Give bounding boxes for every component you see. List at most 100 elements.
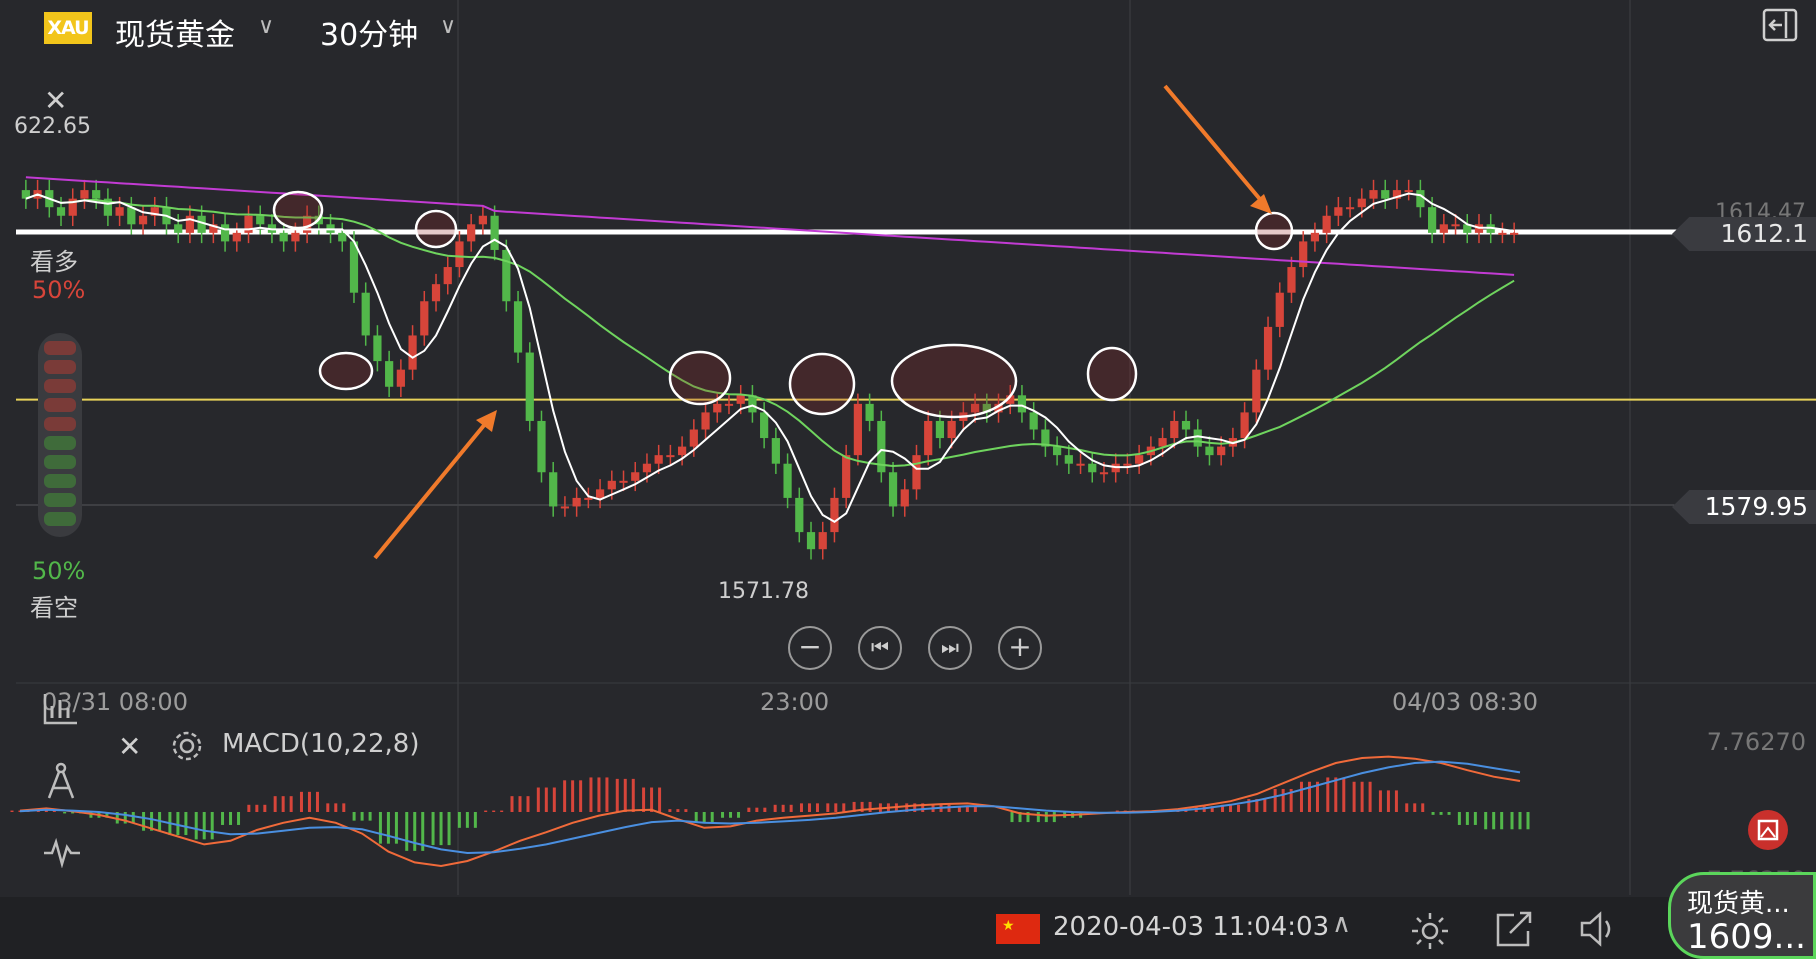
- candle-body: [1123, 463, 1132, 466]
- candle-body: [80, 190, 89, 199]
- macd-title: MACD(10,22,8): [222, 729, 420, 759]
- candle-body: [291, 232, 300, 242]
- price-chart[interactable]: [0, 0, 1816, 900]
- bottom-bar: ★ 2020-04-03 11:04:03 ∧: [0, 897, 1816, 959]
- annotation-circle: [414, 209, 458, 249]
- widget-price: 1609...: [1687, 917, 1806, 957]
- chevron-up-icon[interactable]: ∧: [1332, 909, 1351, 939]
- candle-body: [490, 215, 499, 250]
- candle-body: [455, 241, 464, 268]
- candle-body: [1240, 412, 1249, 439]
- record-button[interactable]: [1748, 810, 1788, 850]
- candle-body: [1357, 198, 1366, 208]
- sound-icon[interactable]: [1578, 909, 1618, 949]
- brightness-icon[interactable]: [1410, 911, 1450, 951]
- candle-body: [678, 446, 687, 456]
- candle-body: [853, 403, 862, 456]
- time-label-end: 04/03 08:30: [1392, 688, 1538, 716]
- annotation-circle: [668, 350, 732, 406]
- candle-body: [1451, 224, 1460, 227]
- candle-body: [525, 352, 534, 421]
- macd-dif-line: [19, 755, 1521, 868]
- candle-body: [431, 284, 441, 302]
- candle-body: [1322, 215, 1331, 233]
- candle-body: [361, 292, 370, 336]
- candle-body: [1275, 292, 1284, 327]
- candle-body: [92, 190, 101, 199]
- candle-body: [174, 224, 183, 233]
- candle-body: [478, 215, 487, 225]
- china-flag-icon: ★: [996, 914, 1040, 944]
- candle-body: [1299, 241, 1308, 268]
- candle-body: [1076, 463, 1085, 466]
- gauge-segment: [44, 436, 76, 450]
- share-icon[interactable]: [1494, 909, 1534, 949]
- zoom-in-button[interactable]: +: [998, 626, 1042, 670]
- candle-body: [1205, 446, 1214, 456]
- candle-body: [502, 249, 511, 302]
- candle-body: [1369, 190, 1378, 199]
- candle-body: [935, 420, 945, 439]
- candle-body: [256, 215, 265, 225]
- drawing-tool-icon[interactable]: [44, 760, 78, 802]
- candle-body: [631, 472, 640, 481]
- skip-back-button[interactable]: ⏮: [858, 626, 902, 670]
- candle-body: [806, 532, 816, 550]
- candle-body: [947, 420, 956, 439]
- chart-type-icon[interactable]: [42, 692, 80, 726]
- gauge-segment: [44, 360, 76, 374]
- candle-body: [115, 207, 124, 216]
- candle-body: [549, 472, 558, 507]
- floating-quote-widget[interactable]: 现货黄... 1609...: [1668, 872, 1816, 959]
- candle-body: [1158, 438, 1167, 447]
- candle-body: [830, 497, 839, 533]
- annotation-arrow: [373, 416, 492, 560]
- candle-body: [1404, 190, 1413, 193]
- macd-close-icon[interactable]: ✕: [118, 730, 141, 763]
- candle-body: [724, 403, 734, 406]
- candle-body: [713, 403, 722, 413]
- candle-body: [701, 412, 710, 430]
- candle-body: [1428, 207, 1437, 233]
- candle-body: [760, 412, 769, 439]
- current-price-box: 1612.1: [1672, 217, 1816, 251]
- candle-body: [1498, 232, 1507, 235]
- annotation-circle: [272, 190, 324, 230]
- gear-icon[interactable]: [170, 729, 204, 763]
- close-indicator-icon[interactable]: ✕: [44, 84, 67, 117]
- candle-body: [1263, 326, 1273, 370]
- candle-body: [912, 455, 921, 490]
- time-label-mid: 23:00: [760, 688, 830, 716]
- annotation-circle: [890, 343, 1018, 419]
- candle-body: [654, 455, 663, 464]
- gauge-segment: [44, 493, 76, 507]
- lower-price-box: 1579.95: [1672, 490, 1816, 524]
- candle-body: [396, 369, 405, 387]
- candle-body: [537, 420, 546, 473]
- candle-body: [232, 232, 241, 242]
- bull-percent: 50%: [32, 276, 86, 304]
- skip-forward-button[interactable]: ⏭: [928, 626, 972, 670]
- candle-body: [795, 497, 804, 533]
- candle-body: [1310, 232, 1320, 242]
- candle-body: [1217, 446, 1226, 456]
- candle-body: [619, 480, 628, 483]
- candle-body: [1193, 429, 1202, 447]
- macd-dea-line: [19, 760, 1521, 855]
- candle-body: [818, 532, 827, 550]
- gauge-segment: [44, 474, 76, 488]
- zoom-out-button[interactable]: −: [788, 626, 832, 670]
- candle-body: [56, 207, 66, 216]
- candle-body: [572, 497, 581, 507]
- gauge-segment: [44, 417, 76, 431]
- indicator-icon[interactable]: [42, 838, 82, 868]
- bear-percent: 50%: [32, 557, 86, 585]
- candle-body: [888, 472, 898, 507]
- candle-body: [842, 455, 851, 498]
- candle-body: [1135, 455, 1144, 464]
- annotation-arrowhead: [1250, 194, 1272, 214]
- candle-body: [1252, 369, 1261, 413]
- candle-body: [1345, 207, 1355, 210]
- macd-axis-top: 7.76270: [1706, 728, 1806, 756]
- candle-body: [373, 335, 382, 362]
